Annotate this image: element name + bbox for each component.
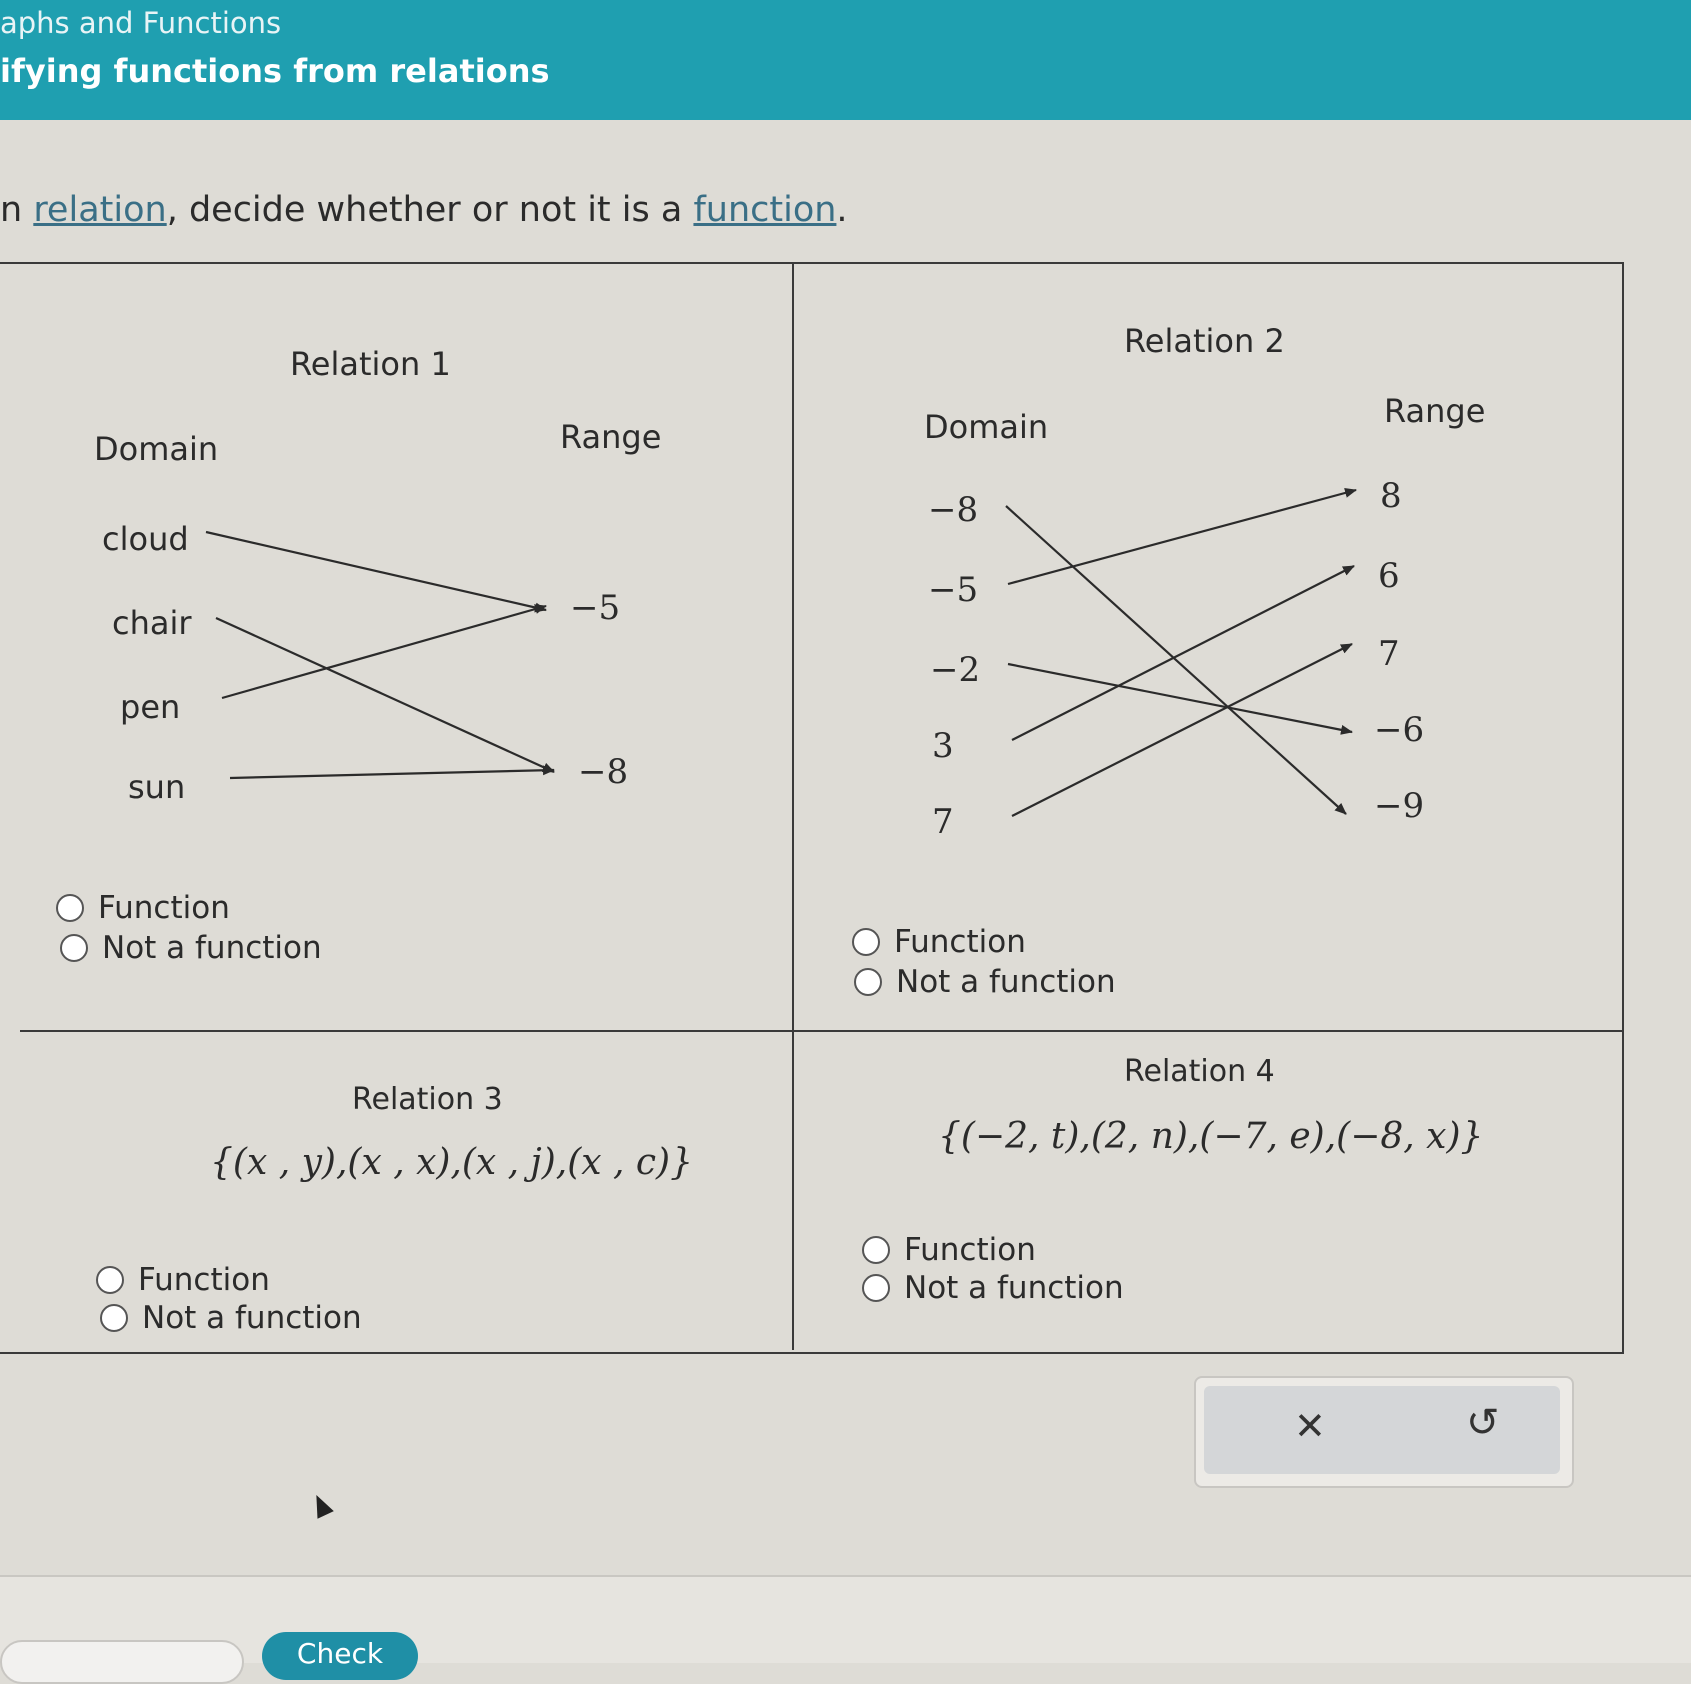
option-label: Not a function (142, 1300, 362, 1336)
option-label: Function (98, 890, 230, 926)
radio-button[interactable] (854, 968, 882, 996)
r2-arrow-neg8 (1005, 505, 1347, 815)
radio-button[interactable] (60, 934, 88, 962)
radio-button[interactable] (100, 1304, 128, 1332)
radio-button[interactable] (56, 894, 84, 922)
undo-icon[interactable]: ↺ (1466, 1400, 1500, 1446)
r2-arrow-neg2 (1007, 662, 1353, 735)
r1-arrow-chair (215, 616, 555, 774)
r1-arrow-cloud (205, 530, 547, 613)
bottom-bar (0, 1575, 1691, 1663)
option-label: Not a function (904, 1270, 1124, 1306)
r1-arrow-sun (229, 765, 555, 780)
relation4-title: Relation 4 (1124, 1054, 1275, 1089)
relation1-option-not-function[interactable]: Not a function (60, 930, 322, 966)
radio-button[interactable] (852, 928, 880, 956)
r2-arrow-7 (1011, 643, 1353, 817)
relation4-set: {(−2, t),(2, n),(−7, e),(−8, x)} (938, 1116, 1484, 1157)
option-label: Function (138, 1262, 270, 1298)
relation3-title: Relation 3 (352, 1082, 503, 1117)
r1-arrow-pen (221, 604, 547, 700)
relation3-set: {(x , y),(x , x),(x , j),(x , c)} (210, 1142, 693, 1183)
option-label: Not a function (102, 930, 322, 966)
option-label: Not a function (896, 964, 1116, 1000)
secondary-button[interactable] (0, 1640, 244, 1684)
radio-button[interactable] (862, 1274, 890, 1302)
r2-arrow-neg5 (1007, 488, 1357, 586)
relation2-option-not-function[interactable]: Not a function (854, 964, 1116, 1000)
relation2-option-function[interactable]: Function (852, 924, 1026, 960)
relation4-option-not-function[interactable]: Not a function (862, 1270, 1124, 1306)
check-button[interactable]: Check (262, 1632, 418, 1680)
radio-button[interactable] (862, 1236, 890, 1264)
relation3-option-not-function[interactable]: Not a function (100, 1300, 362, 1336)
relation3-option-function[interactable]: Function (96, 1262, 270, 1298)
relation1-option-function[interactable]: Function (56, 890, 230, 926)
answer-actions-inner: ✕ ↺ (1204, 1386, 1560, 1474)
option-label: Function (904, 1232, 1036, 1268)
r2-arrow-3 (1011, 565, 1355, 741)
relation4-option-function[interactable]: Function (862, 1232, 1036, 1268)
answer-actions: ✕ ↺ (1194, 1376, 1574, 1488)
option-label: Function (894, 924, 1026, 960)
clear-button[interactable]: ✕ (1294, 1404, 1326, 1448)
radio-button[interactable] (96, 1266, 124, 1294)
